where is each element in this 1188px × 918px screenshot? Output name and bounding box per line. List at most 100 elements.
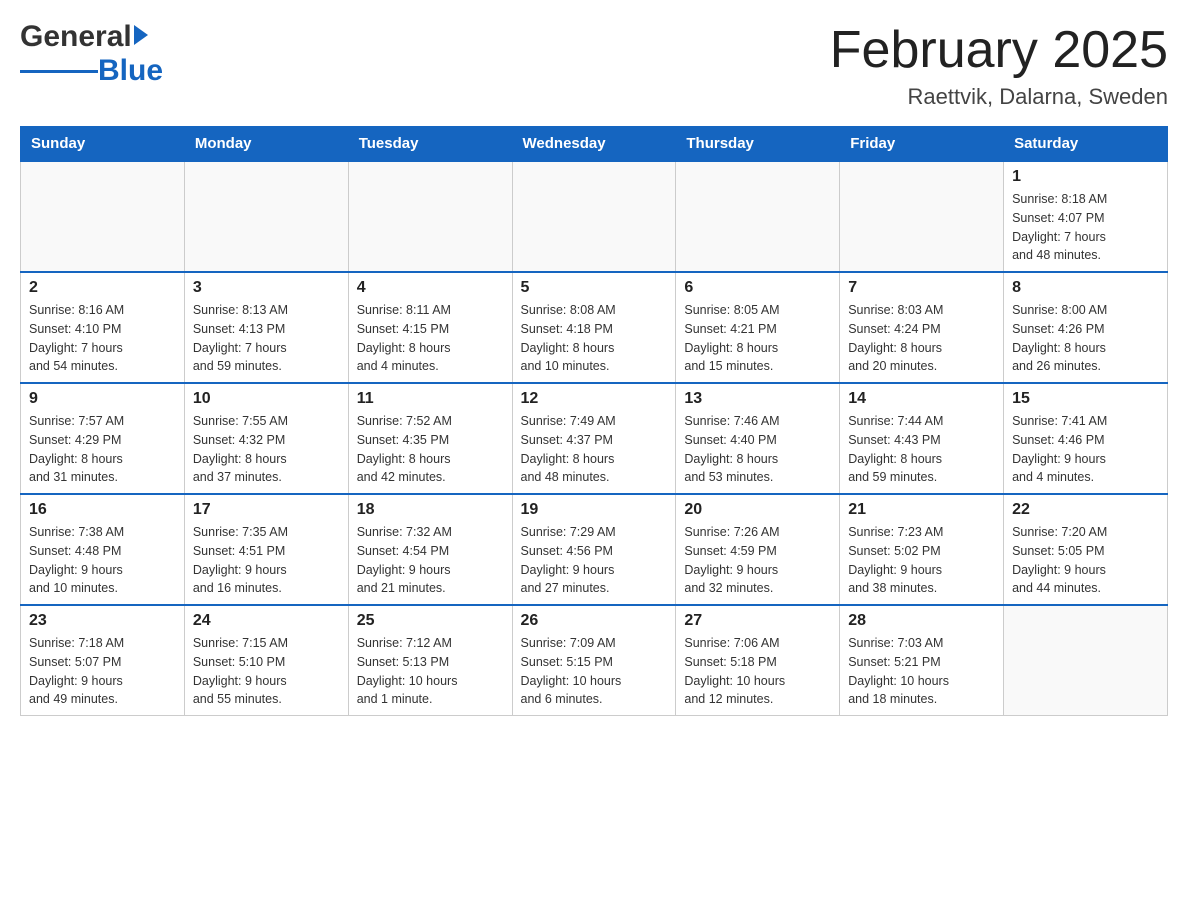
- day-number: 27: [684, 612, 831, 630]
- day-cell: 26 Sunrise: 7:09 AM Sunset: 5:15 PM Dayli…: [512, 605, 676, 716]
- day-cell: 3 Sunrise: 8:13 AM Sunset: 4:13 PM Daylig…: [184, 272, 348, 383]
- day-cell: 9 Sunrise: 7:57 AM Sunset: 4:29 PM Daylig…: [21, 383, 185, 494]
- day-number: 7: [848, 279, 995, 297]
- day-info: Sunrise: 8:11 AM Sunset: 4:15 PM Dayligh…: [357, 301, 504, 376]
- day-cell: 4 Sunrise: 8:11 AM Sunset: 4:15 PM Daylig…: [348, 272, 512, 383]
- day-number: 24: [193, 612, 340, 630]
- day-number: 5: [521, 279, 668, 297]
- day-number: 9: [29, 390, 176, 408]
- week-row-5: 23 Sunrise: 7:18 AM Sunset: 5:07 PM Dayli…: [21, 605, 1168, 716]
- day-number: 23: [29, 612, 176, 630]
- day-cell: 6Sunrise: 8:05 AM Sunset: 4:21 PM Daylig…: [676, 272, 840, 383]
- day-number: 12: [521, 390, 668, 408]
- day-info: Sunrise: 7:12 AM Sunset: 5:13 PM Dayligh…: [357, 634, 504, 709]
- week-row-4: 16 Sunrise: 7:38 AM Sunset: 4:48 PM Dayli…: [21, 494, 1168, 605]
- logo-arrow-icon: [134, 25, 148, 45]
- page-header: General Blue February 2025 Raettvik, Dal…: [20, 20, 1168, 110]
- day-cell: 19 Sunrise: 7:29 AM Sunset: 4:56 PM Dayli…: [512, 494, 676, 605]
- day-info: Sunrise: 8:18 AM Sunset: 4:07 PM Dayligh…: [1012, 190, 1159, 265]
- header-row: SundayMondayTuesdayWednesdayThursdayFrid…: [21, 127, 1168, 162]
- day-info: Sunrise: 7:38 AM Sunset: 4:48 PM Dayligh…: [29, 523, 176, 598]
- day-cell: 22 Sunrise: 7:20 AM Sunset: 5:05 PM Dayli…: [1004, 494, 1168, 605]
- day-info: Sunrise: 7:55 AM Sunset: 4:32 PM Dayligh…: [193, 412, 340, 487]
- day-info: Sunrise: 7:23 AM Sunset: 5:02 PM Dayligh…: [848, 523, 995, 598]
- day-number: 3: [193, 279, 340, 297]
- day-number: 16: [29, 501, 176, 519]
- day-info: Sunrise: 7:32 AM Sunset: 4:54 PM Dayligh…: [357, 523, 504, 598]
- day-cell: 17 Sunrise: 7:35 AM Sunset: 4:51 PM Dayli…: [184, 494, 348, 605]
- day-info: Sunrise: 7:44 AM Sunset: 4:43 PM Dayligh…: [848, 412, 995, 487]
- calendar-title: February 2025: [830, 20, 1168, 80]
- day-cell: 2Sunrise: 8:16 AM Sunset: 4:10 PM Daylig…: [21, 272, 185, 383]
- week-row-2: 2Sunrise: 8:16 AM Sunset: 4:10 PM Daylig…: [21, 272, 1168, 383]
- day-number: 22: [1012, 501, 1159, 519]
- day-cell: 5 Sunrise: 8:08 AM Sunset: 4:18 PM Daylig…: [512, 272, 676, 383]
- logo-underline: [20, 70, 98, 73]
- day-number: 8: [1012, 279, 1159, 297]
- day-info: Sunrise: 7:09 AM Sunset: 5:15 PM Dayligh…: [521, 634, 668, 709]
- day-number: 19: [521, 501, 668, 519]
- day-number: 4: [357, 279, 504, 297]
- calendar-table: SundayMondayTuesdayWednesdayThursdayFrid…: [20, 126, 1168, 716]
- day-info: Sunrise: 8:03 AM Sunset: 4:24 PM Dayligh…: [848, 301, 995, 376]
- logo: General Blue: [20, 20, 163, 88]
- day-cell: 20 Sunrise: 7:26 AM Sunset: 4:59 PM Dayli…: [676, 494, 840, 605]
- day-cell: 21 Sunrise: 7:23 AM Sunset: 5:02 PM Dayli…: [840, 494, 1004, 605]
- day-cell: 28 Sunrise: 7:03 AM Sunset: 5:21 PM Dayli…: [840, 605, 1004, 716]
- day-info: Sunrise: 7:20 AM Sunset: 5:05 PM Dayligh…: [1012, 523, 1159, 598]
- day-number: 18: [357, 501, 504, 519]
- header-monday: Monday: [184, 127, 348, 162]
- day-cell: 14Sunrise: 7:44 AM Sunset: 4:43 PM Dayli…: [840, 383, 1004, 494]
- header-saturday: Saturday: [1004, 127, 1168, 162]
- logo-blue-text: Blue: [98, 54, 163, 88]
- day-number: 28: [848, 612, 995, 630]
- header-tuesday: Tuesday: [348, 127, 512, 162]
- day-info: Sunrise: 7:06 AM Sunset: 5:18 PM Dayligh…: [684, 634, 831, 709]
- day-info: Sunrise: 7:18 AM Sunset: 5:07 PM Dayligh…: [29, 634, 176, 709]
- day-number: 10: [193, 390, 340, 408]
- day-number: 11: [357, 390, 504, 408]
- day-cell: 11 Sunrise: 7:52 AM Sunset: 4:35 PM Dayli…: [348, 383, 512, 494]
- day-info: Sunrise: 8:08 AM Sunset: 4:18 PM Dayligh…: [521, 301, 668, 376]
- day-cell: [840, 161, 1004, 272]
- day-info: Sunrise: 7:15 AM Sunset: 5:10 PM Dayligh…: [193, 634, 340, 709]
- week-row-1: 1 Sunrise: 8:18 AM Sunset: 4:07 PM Daylig…: [21, 161, 1168, 272]
- day-number: 17: [193, 501, 340, 519]
- day-cell: 7 Sunrise: 8:03 AM Sunset: 4:24 PM Daylig…: [840, 272, 1004, 383]
- day-cell: [348, 161, 512, 272]
- day-cell: 18 Sunrise: 7:32 AM Sunset: 4:54 PM Dayli…: [348, 494, 512, 605]
- day-info: Sunrise: 7:57 AM Sunset: 4:29 PM Dayligh…: [29, 412, 176, 487]
- day-cell: [1004, 605, 1168, 716]
- day-number: 1: [1012, 168, 1159, 186]
- day-cell: 24 Sunrise: 7:15 AM Sunset: 5:10 PM Dayli…: [184, 605, 348, 716]
- day-number: 13: [684, 390, 831, 408]
- day-info: Sunrise: 7:29 AM Sunset: 4:56 PM Dayligh…: [521, 523, 668, 598]
- day-cell: [512, 161, 676, 272]
- day-cell: 12Sunrise: 7:49 AM Sunset: 4:37 PM Dayli…: [512, 383, 676, 494]
- day-cell: [676, 161, 840, 272]
- day-cell: 23 Sunrise: 7:18 AM Sunset: 5:07 PM Dayli…: [21, 605, 185, 716]
- calendar-subtitle: Raettvik, Dalarna, Sweden: [830, 84, 1168, 110]
- day-info: Sunrise: 8:05 AM Sunset: 4:21 PM Dayligh…: [684, 301, 831, 376]
- day-info: Sunrise: 7:26 AM Sunset: 4:59 PM Dayligh…: [684, 523, 831, 598]
- day-number: 25: [357, 612, 504, 630]
- day-number: 21: [848, 501, 995, 519]
- day-number: 15: [1012, 390, 1159, 408]
- day-info: Sunrise: 7:35 AM Sunset: 4:51 PM Dayligh…: [193, 523, 340, 598]
- header-thursday: Thursday: [676, 127, 840, 162]
- day-info: Sunrise: 8:00 AM Sunset: 4:26 PM Dayligh…: [1012, 301, 1159, 376]
- title-block: February 2025 Raettvik, Dalarna, Sweden: [830, 20, 1168, 110]
- day-info: Sunrise: 7:52 AM Sunset: 4:35 PM Dayligh…: [357, 412, 504, 487]
- day-cell: 16 Sunrise: 7:38 AM Sunset: 4:48 PM Dayli…: [21, 494, 185, 605]
- day-number: 2: [29, 279, 176, 297]
- day-cell: 1 Sunrise: 8:18 AM Sunset: 4:07 PM Daylig…: [1004, 161, 1168, 272]
- day-cell: [184, 161, 348, 272]
- day-number: 20: [684, 501, 831, 519]
- header-sunday: Sunday: [21, 127, 185, 162]
- day-number: 26: [521, 612, 668, 630]
- week-row-3: 9 Sunrise: 7:57 AM Sunset: 4:29 PM Daylig…: [21, 383, 1168, 494]
- header-wednesday: Wednesday: [512, 127, 676, 162]
- day-info: Sunrise: 8:13 AM Sunset: 4:13 PM Dayligh…: [193, 301, 340, 376]
- day-cell: 27 Sunrise: 7:06 AM Sunset: 5:18 PM Dayli…: [676, 605, 840, 716]
- day-info: Sunrise: 7:03 AM Sunset: 5:21 PM Dayligh…: [848, 634, 995, 709]
